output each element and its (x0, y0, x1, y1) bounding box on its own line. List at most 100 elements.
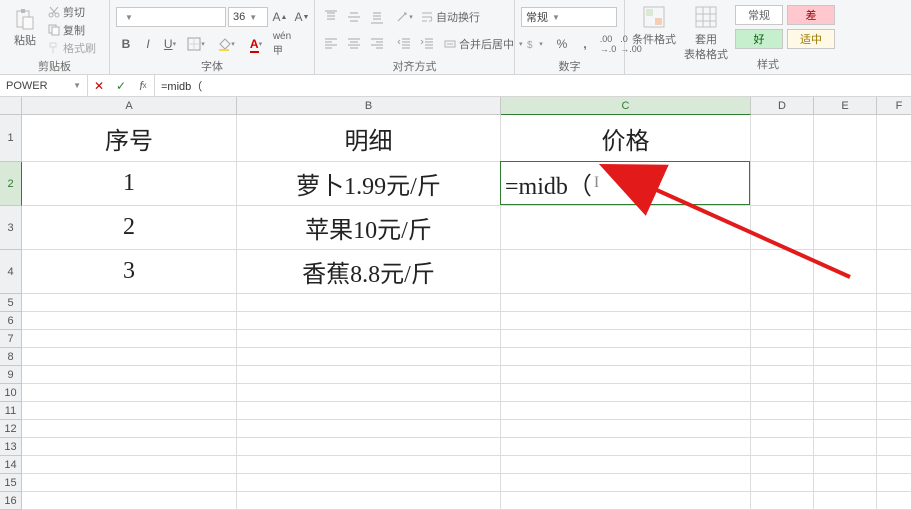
cell-C16[interactable] (501, 492, 751, 510)
increase-indent-button[interactable] (417, 34, 437, 54)
col-header-C[interactable]: C (501, 97, 751, 115)
row-header-8[interactable]: 8 (0, 348, 22, 366)
cell-B5[interactable] (237, 294, 501, 312)
row-header-5[interactable]: 5 (0, 294, 22, 312)
cell-F11[interactable] (877, 402, 911, 420)
cell-E13[interactable] (814, 438, 877, 456)
align-bottom-button[interactable] (367, 7, 387, 27)
cell-E3[interactable] (814, 206, 877, 250)
style-bad[interactable]: 差 (787, 5, 835, 25)
select-all-corner[interactable] (0, 97, 22, 115)
cell-F15[interactable] (877, 474, 911, 492)
cell-C13[interactable] (501, 438, 751, 456)
cell-F12[interactable] (877, 420, 911, 438)
style-normal[interactable]: 常规 (735, 5, 783, 25)
row-header-2[interactable]: 2 (0, 162, 22, 206)
cell-F1[interactable] (877, 115, 911, 162)
cell-F9[interactable] (877, 366, 911, 384)
row-header-12[interactable]: 12 (0, 420, 22, 438)
orientation-button[interactable]: ▾ (394, 7, 414, 27)
cell-B6[interactable] (237, 312, 501, 330)
insert-function-button[interactable]: fx (132, 76, 154, 96)
align-right-button[interactable] (367, 34, 387, 54)
cell-D2[interactable] (751, 162, 814, 206)
cell-D14[interactable] (751, 456, 814, 474)
row-header-15[interactable]: 15 (0, 474, 22, 492)
cell-F13[interactable] (877, 438, 911, 456)
col-header-A[interactable]: A (22, 97, 237, 115)
cell-E12[interactable] (814, 420, 877, 438)
cell-E5[interactable] (814, 294, 877, 312)
merge-center-button[interactable]: 合并后居中▾ (444, 36, 523, 52)
cell-C1[interactable]: 价格 (501, 115, 751, 162)
cell-A8[interactable] (22, 348, 237, 366)
cell-F2[interactable] (877, 162, 911, 206)
cell-D6[interactable] (751, 312, 814, 330)
cell-D13[interactable] (751, 438, 814, 456)
col-header-E[interactable]: E (814, 97, 877, 115)
cell-A7[interactable] (22, 330, 237, 348)
cell-B4[interactable]: 香蕉8.8元/斤 (237, 250, 501, 294)
name-box[interactable]: POWER ▼ (0, 75, 88, 96)
cell-E10[interactable] (814, 384, 877, 402)
cell-C12[interactable] (501, 420, 751, 438)
align-left-button[interactable] (321, 34, 341, 54)
increase-font-button[interactable]: A▲ (270, 7, 290, 27)
cell-C15[interactable] (501, 474, 751, 492)
style-neutral[interactable]: 适中 (787, 29, 835, 49)
cell-D10[interactable] (751, 384, 814, 402)
cell-F6[interactable] (877, 312, 911, 330)
row-header-4[interactable]: 4 (0, 250, 22, 294)
cell-B15[interactable] (237, 474, 501, 492)
cell-A14[interactable] (22, 456, 237, 474)
percent-button[interactable]: % (552, 34, 572, 54)
number-format-select[interactable]: 常规 ▼ (521, 7, 617, 27)
row-header-10[interactable]: 10 (0, 384, 22, 402)
row-header-11[interactable]: 11 (0, 402, 22, 420)
cell-E9[interactable] (814, 366, 877, 384)
cell-editor[interactable]: =midb（I (500, 161, 750, 205)
cell-B13[interactable] (237, 438, 501, 456)
cell-D12[interactable] (751, 420, 814, 438)
row-header-14[interactable]: 14 (0, 456, 22, 474)
cell-B9[interactable] (237, 366, 501, 384)
cell-F10[interactable] (877, 384, 911, 402)
cell-C6[interactable] (501, 312, 751, 330)
cell-E2[interactable] (814, 162, 877, 206)
cell-B1[interactable]: 明细 (237, 115, 501, 162)
cell-E6[interactable] (814, 312, 877, 330)
row-header-1[interactable]: 1 (0, 115, 22, 162)
cell-F14[interactable] (877, 456, 911, 474)
cell-F3[interactable] (877, 206, 911, 250)
decrease-font-button[interactable]: A▼ (292, 7, 312, 27)
cell-A1[interactable]: 序号 (22, 115, 237, 162)
cell-D9[interactable] (751, 366, 814, 384)
cell-B12[interactable] (237, 420, 501, 438)
cell-E15[interactable] (814, 474, 877, 492)
font-size-select[interactable]: 36 ▼ (228, 7, 268, 27)
cut-button[interactable]: 剪切 (48, 4, 96, 20)
font-color-button[interactable]: A▾ (242, 34, 270, 54)
underline-button[interactable]: U▾ (160, 34, 180, 54)
currency-button[interactable]: $▾ (521, 34, 549, 54)
cell-C9[interactable] (501, 366, 751, 384)
cell-A13[interactable] (22, 438, 237, 456)
row-header-9[interactable]: 9 (0, 366, 22, 384)
cell-A3[interactable]: 2 (22, 206, 237, 250)
wrap-text-button[interactable]: 自动换行 (421, 9, 480, 25)
cell-F16[interactable] (877, 492, 911, 510)
align-top-button[interactable] (321, 7, 341, 27)
cell-A16[interactable] (22, 492, 237, 510)
copy-button[interactable]: 复制 (48, 22, 96, 38)
cancel-formula-button[interactable]: ✕ (88, 76, 110, 96)
cell-E14[interactable] (814, 456, 877, 474)
cell-A12[interactable] (22, 420, 237, 438)
format-painter-button[interactable]: 格式刷 (48, 40, 96, 56)
cell-E4[interactable] (814, 250, 877, 294)
cell-B11[interactable] (237, 402, 501, 420)
cell-E11[interactable] (814, 402, 877, 420)
style-good[interactable]: 好 (735, 29, 783, 49)
cell-A10[interactable] (22, 384, 237, 402)
font-name-select[interactable]: ▼ (116, 7, 226, 27)
cell-C14[interactable] (501, 456, 751, 474)
